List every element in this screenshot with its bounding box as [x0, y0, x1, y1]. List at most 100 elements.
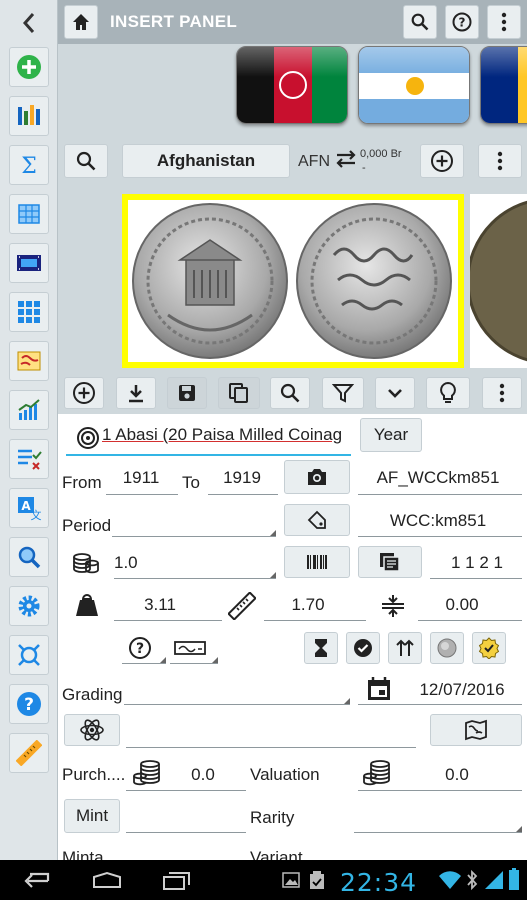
period-dropdown-arrow[interactable]: [270, 530, 276, 536]
arrows-up-icon: [396, 639, 414, 656]
search-icon: [18, 546, 41, 569]
mint-button[interactable]: Mint: [64, 799, 120, 833]
coin-title-input[interactable]: 1 Abasi (20 Paisa Milled Coinag: [102, 425, 344, 451]
sidebar-item-ruler[interactable]: [9, 733, 49, 773]
map-button[interactable]: [430, 714, 522, 746]
weight-icon: [74, 592, 100, 623]
flag-afghanistan[interactable]: [236, 46, 348, 124]
value-unit-dropdown-arrow[interactable]: [270, 572, 276, 578]
collection-button[interactable]: [358, 546, 422, 578]
toolbar-expand-button[interactable]: [375, 377, 415, 409]
from-input[interactable]: 1911: [106, 468, 176, 488]
sidebar-item-chart[interactable]: [9, 390, 49, 430]
flag-argentina[interactable]: [358, 46, 470, 124]
check-button[interactable]: [346, 632, 380, 664]
thickness-input[interactable]: 0.00: [422, 595, 502, 615]
sidebar-item-sum[interactable]: Σ: [9, 145, 49, 185]
top-search-button[interactable]: [403, 5, 437, 39]
sum-icon: Σ: [21, 154, 37, 178]
weight-input[interactable]: 3.11: [120, 595, 200, 615]
purchase-input[interactable]: 0.0: [168, 765, 238, 785]
camera-icon: [308, 469, 326, 485]
ruler-icon: [227, 591, 257, 625]
exchange-arrows-icon[interactable]: [335, 149, 357, 174]
date-input[interactable]: 12/07/2016: [402, 680, 522, 700]
nav-home-button[interactable]: [90, 871, 124, 894]
sidebar-item-grid[interactable]: [9, 292, 49, 332]
toolbar-save-button[interactable]: [167, 377, 207, 409]
selected-coin-frame[interactable]: [122, 194, 464, 368]
camera-button[interactable]: [284, 460, 350, 494]
size-input[interactable]: 1.70: [268, 595, 348, 615]
checklist-icon: [18, 449, 42, 470]
calendar-icon[interactable]: [366, 676, 392, 707]
toolbar-download-button[interactable]: [116, 377, 156, 409]
value-input[interactable]: 1.0: [114, 553, 148, 573]
sort-button[interactable]: [388, 632, 422, 664]
catalog-ref-input[interactable]: WCC:km851: [358, 511, 518, 531]
catalog-code-input[interactable]: AF_WCCkm851: [358, 468, 518, 488]
sidebar-item-map[interactable]: [9, 341, 49, 381]
sidebar-item-translate[interactable]: A文: [9, 488, 49, 528]
search-icon: [411, 13, 429, 31]
svg-text:?: ?: [24, 695, 34, 715]
orbit-icon: [18, 644, 40, 666]
shape-help-icon[interactable]: ?: [128, 636, 152, 665]
date-underline: [358, 704, 522, 705]
library-icon: [380, 553, 400, 572]
search-icon: [76, 151, 96, 171]
add-country-button[interactable]: [420, 144, 464, 178]
sidebar-item-table[interactable]: [9, 194, 49, 234]
quantity-input[interactable]: 1 1 2 1: [432, 553, 522, 573]
next-coin-image[interactable]: [470, 194, 527, 368]
country-search-button[interactable]: [64, 144, 108, 178]
nav-back-button[interactable]: [20, 870, 52, 895]
country-select-button[interactable]: Afghanistan: [122, 144, 290, 178]
top-more-button[interactable]: [487, 5, 521, 39]
chevron-left-icon: [22, 13, 35, 33]
svg-text:?: ?: [459, 16, 466, 30]
barcode-button[interactable]: [284, 546, 350, 578]
rarity-dropdown-arrow[interactable]: [516, 826, 522, 832]
edge-icon[interactable]: [174, 640, 208, 661]
top-help-button[interactable]: ?: [445, 5, 479, 39]
toolbar-search-button[interactable]: [270, 377, 310, 409]
catalog-ref-underline: [358, 536, 522, 537]
purchase-label: Purch....: [62, 765, 126, 784]
home-button[interactable]: [64, 5, 98, 39]
valuation-label: Valuation: [250, 765, 320, 784]
toolbar-idea-button[interactable]: [426, 377, 470, 409]
toolbar-copy-button[interactable]: [218, 377, 260, 409]
verified-button[interactable]: [472, 632, 506, 664]
back-button[interactable]: [10, 8, 48, 38]
country-more-button[interactable]: [478, 144, 522, 178]
nav-recents-button[interactable]: [162, 871, 192, 896]
edge-underline: [170, 663, 218, 664]
tag-button[interactable]: [284, 504, 350, 536]
sidebar-item-columns[interactable]: [9, 96, 49, 136]
year-button[interactable]: Year: [360, 418, 422, 452]
sidebar-item-search[interactable]: [9, 537, 49, 577]
sidebar-item-settings[interactable]: [9, 586, 49, 626]
flag-barbados[interactable]: [480, 46, 527, 124]
toolbar-add-button[interactable]: [64, 377, 104, 409]
from-label: From: [62, 473, 102, 492]
coin-metal-button[interactable]: [430, 632, 464, 664]
hourglass-button[interactable]: [304, 632, 338, 664]
sidebar-item-add[interactable]: [9, 47, 49, 87]
shape-dropdown-arrow[interactable]: [160, 657, 166, 663]
valuation-input[interactable]: 0.0: [422, 765, 492, 785]
to-input[interactable]: 1919: [208, 468, 276, 488]
toolbar-filter-button[interactable]: [322, 377, 364, 409]
edge-dropdown-arrow[interactable]: [212, 657, 218, 663]
add-icon: [17, 55, 41, 79]
thickness-underline: [418, 620, 522, 621]
sidebar-item-orbit[interactable]: [9, 635, 49, 675]
sidebar-item-checklist[interactable]: [9, 439, 49, 479]
toolbar-more-button[interactable]: [482, 377, 522, 409]
sidebar-item-film[interactable]: [9, 243, 49, 283]
grading-dropdown-arrow[interactable]: [344, 698, 350, 704]
composition-button[interactable]: [64, 714, 120, 746]
sidebar-item-help[interactable]: ?: [9, 684, 49, 724]
filter-icon: [332, 384, 354, 403]
